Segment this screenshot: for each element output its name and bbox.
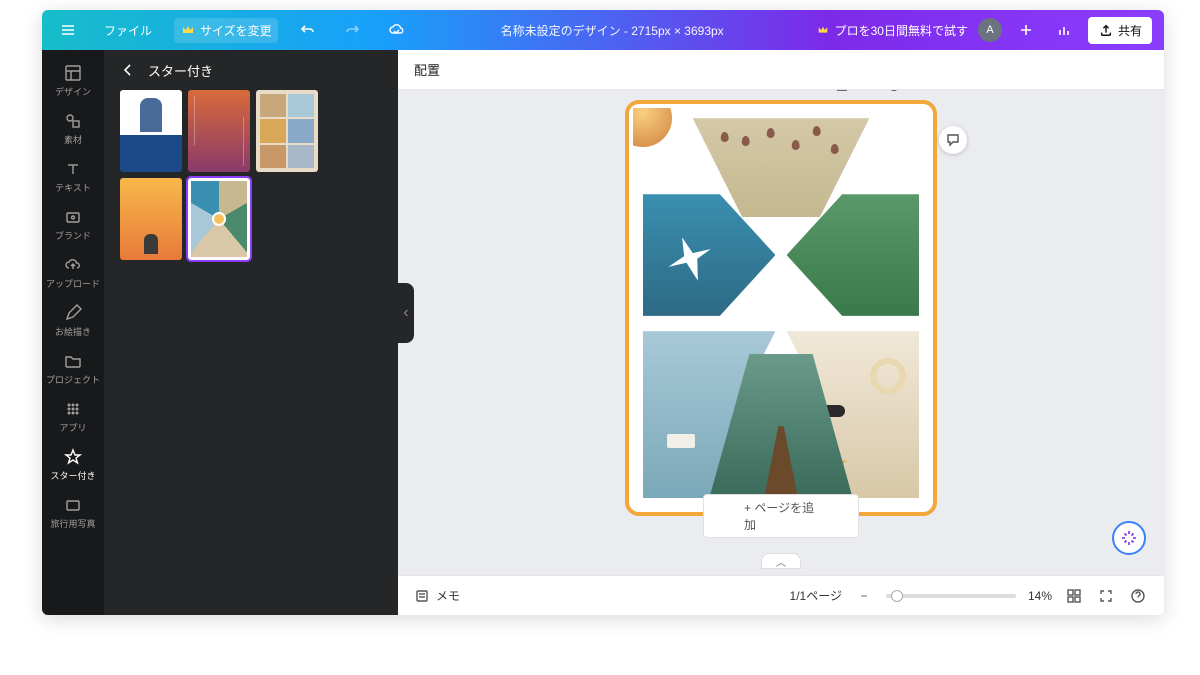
- add-page-label: + ページを追加: [744, 501, 814, 532]
- zoom-out-button[interactable]: −: [854, 586, 874, 606]
- file-label: ファイル: [104, 22, 152, 39]
- nav-label: ブランド: [55, 229, 91, 242]
- resize-button[interactable]: サイズを変更: [174, 18, 278, 43]
- folder-icon: [63, 351, 83, 371]
- redo-button[interactable]: [338, 18, 366, 42]
- upload-icon: [1098, 22, 1114, 38]
- side-panel: スター付き: [104, 50, 398, 615]
- template-thumb[interactable]: [188, 90, 250, 172]
- notes-button[interactable]: メモ: [414, 587, 460, 604]
- nav-label: 素材: [64, 133, 82, 146]
- crown-icon: [815, 22, 831, 38]
- nav-brand[interactable]: ブランド: [42, 200, 104, 248]
- zoom-value[interactable]: 14%: [1028, 589, 1052, 603]
- chart-icon: [1056, 22, 1072, 38]
- grid-icon: [63, 399, 83, 419]
- template-thumb-selected[interactable]: [188, 178, 250, 260]
- page-indicator[interactable]: 1/1ページ: [790, 587, 842, 604]
- panel-collapse-handle[interactable]: ‹: [398, 283, 414, 343]
- magic-button[interactable]: [1112, 521, 1146, 555]
- shapes-icon: [63, 111, 83, 131]
- plus-icon: [1018, 22, 1034, 38]
- nav-label: お絵描き: [55, 325, 91, 338]
- position-button[interactable]: 配置: [414, 60, 440, 79]
- nav-elements[interactable]: 素材: [42, 104, 104, 152]
- side-nav: デザイン 素材 テキスト ブランド アップロード お絵描き プロジェクト アプリ…: [42, 50, 104, 615]
- back-button[interactable]: [118, 60, 138, 80]
- share-button[interactable]: 共有: [1088, 17, 1152, 44]
- nav-text[interactable]: テキスト: [42, 152, 104, 200]
- add-button[interactable]: [1012, 18, 1040, 42]
- pencil-icon: [63, 303, 83, 323]
- zoom-slider[interactable]: [886, 594, 1016, 598]
- nav-apps[interactable]: アプリ: [42, 392, 104, 440]
- pro-trial-button[interactable]: プロを30日間無料で試す: [815, 22, 968, 39]
- nav-label: スター付き: [50, 469, 95, 482]
- nav-label: テキスト: [55, 181, 91, 194]
- nav-design[interactable]: デザイン: [42, 56, 104, 104]
- nav-label: アプリ: [59, 421, 86, 434]
- hamburger-menu[interactable]: [54, 18, 82, 42]
- star-icon: [63, 447, 83, 467]
- redo-icon: [344, 22, 360, 38]
- collage-cell-center[interactable]: [633, 108, 675, 150]
- resize-label: サイズを変更: [200, 22, 272, 39]
- panel-title: スター付き: [148, 61, 213, 80]
- menu-icon: [60, 22, 76, 38]
- page-delete-icon[interactable]: [885, 90, 903, 94]
- nav-label: デザイン: [55, 85, 91, 98]
- add-page-button[interactable]: + ページを追加: [703, 494, 859, 538]
- undo-icon: [300, 22, 316, 38]
- help-button[interactable]: [1128, 586, 1148, 606]
- page-tray-toggle[interactable]: ︿: [761, 553, 801, 569]
- notes-icon: [414, 588, 430, 604]
- nav-projects[interactable]: プロジェクト: [42, 344, 104, 392]
- cloud-upload-icon: [63, 255, 83, 275]
- options-bar: 配置: [398, 50, 1164, 90]
- nav-label: アップロード: [46, 277, 100, 290]
- editor-area: 配置 ⋯: [398, 50, 1164, 615]
- text-icon: [63, 159, 83, 179]
- file-menu[interactable]: ファイル: [98, 18, 158, 43]
- avatar-initial: A: [986, 24, 993, 36]
- nav-label: プロジェクト: [46, 373, 100, 386]
- document-title[interactable]: 名称未設定のデザイン - 2715px × 3693px: [501, 22, 724, 39]
- comment-button[interactable]: [939, 126, 967, 154]
- crown-icon: [180, 22, 196, 38]
- undo-button[interactable]: [294, 18, 322, 42]
- nav-draw[interactable]: お絵描き: [42, 296, 104, 344]
- template-thumb[interactable]: [120, 178, 182, 260]
- avatar[interactable]: A: [978, 18, 1002, 42]
- selection-frame: [625, 100, 937, 516]
- canvas[interactable]: ⋯: [398, 90, 1164, 575]
- top-bar: ファイル サイズを変更 名称未設定のデザイン - 2715px × 3693px…: [42, 10, 1164, 50]
- grid-view-button[interactable]: [1064, 586, 1084, 606]
- page-upload-icon[interactable]: [833, 90, 851, 94]
- nav-travel[interactable]: 旅行用写真: [42, 488, 104, 536]
- zoom-knob[interactable]: [891, 590, 903, 602]
- cloud-icon: [388, 22, 404, 38]
- fullscreen-button[interactable]: [1096, 586, 1116, 606]
- page-canvas[interactable]: [633, 108, 929, 508]
- template-icon: [63, 63, 83, 83]
- template-thumb[interactable]: [256, 90, 318, 172]
- nav-starred[interactable]: スター付き: [42, 440, 104, 488]
- pro-label: プロを30日間無料で試す: [835, 22, 968, 39]
- share-label: 共有: [1118, 22, 1142, 39]
- bottom-bar: メモ 1/1ページ − 14%: [398, 575, 1164, 615]
- page-duplicate-icon[interactable]: [859, 90, 877, 94]
- notes-label: メモ: [436, 587, 460, 604]
- template-thumb[interactable]: [120, 90, 182, 172]
- cloud-status[interactable]: [382, 18, 410, 42]
- nav-label: 旅行用写真: [50, 517, 95, 530]
- nav-upload[interactable]: アップロード: [42, 248, 104, 296]
- analytics-button[interactable]: [1050, 18, 1078, 42]
- folder-image-icon: [63, 495, 83, 515]
- page-more-icon[interactable]: ⋯: [911, 90, 929, 94]
- brand-icon: [63, 207, 83, 227]
